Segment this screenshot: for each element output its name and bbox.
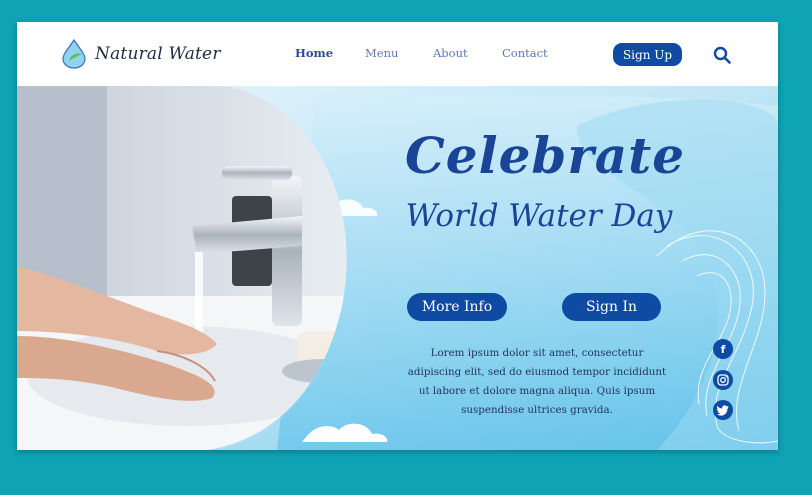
more-info-button[interactable]: More Info <box>407 293 507 321</box>
hero-description: Lorem ipsum dolor sit amet, consectetur … <box>407 347 667 416</box>
landing-page: Natural Water Home Menu About Contact Si… <box>17 22 778 450</box>
hero-title-line1: Celebrate <box>404 126 686 185</box>
instagram-icon[interactable] <box>713 370 733 390</box>
sign-in-button[interactable]: Sign In <box>562 293 661 321</box>
search-icon[interactable] <box>713 46 731 64</box>
sign-up-button[interactable]: Sign Up <box>613 43 682 66</box>
hero-section: Celebrate World Water Day More Info Sign… <box>17 86 778 450</box>
nav-home[interactable]: Home <box>295 46 333 60</box>
twitter-icon[interactable] <box>713 400 733 420</box>
brand-name: Natural Water <box>95 44 221 64</box>
logo[interactable]: Natural Water <box>61 39 221 69</box>
nav-about[interactable]: About <box>433 46 468 60</box>
instagram-glyph <box>717 374 729 386</box>
hands-washing-photo <box>17 86 347 450</box>
nav-contact[interactable]: Contact <box>502 46 548 60</box>
twitter-glyph <box>717 404 729 416</box>
nav-menu[interactable]: Menu <box>365 46 398 60</box>
water-drop-icon <box>62 39 86 69</box>
header: Natural Water Home Menu About Contact Si… <box>17 22 778 86</box>
facebook-icon[interactable]: f <box>713 339 733 359</box>
hero-title-line2: World Water Day <box>405 198 673 234</box>
